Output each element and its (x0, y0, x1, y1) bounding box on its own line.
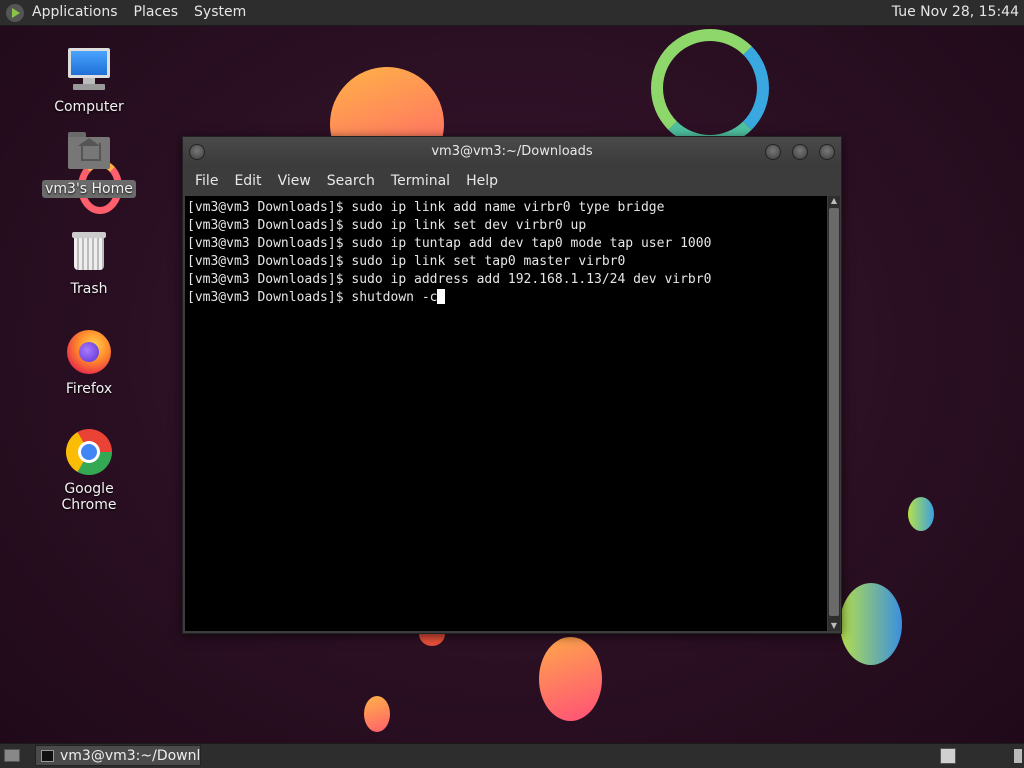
window-menu-button[interactable] (189, 144, 205, 160)
desktop-icon-trash[interactable]: Trash (34, 228, 144, 298)
terminal-input-line[interactable]: [vm3@vm3 Downloads]$ shutdown -c (187, 289, 827, 307)
terminal-prompt: [vm3@vm3 Downloads]$ (187, 290, 352, 305)
terminal-command: sudo ip address add 192.168.1.13/24 dev … (351, 272, 712, 287)
bottom-panel: vm3@vm3:~/Downl... (0, 743, 1024, 768)
menu-applications[interactable]: Applications (24, 0, 126, 25)
terminal-prompt: [vm3@vm3 Downloads]$ (187, 236, 352, 251)
home-folder-icon (65, 128, 113, 176)
terminal-scrollbar[interactable]: ▲ ▼ (828, 196, 840, 631)
wallpaper-small-orange-blob (364, 696, 390, 732)
desktop-icon-home[interactable]: vm3's Home (34, 128, 144, 198)
wallpaper-pink-blob (539, 637, 602, 721)
maximize-button[interactable] (792, 144, 808, 160)
terminal-line: [vm3@vm3 Downloads]$ sudo ip link add na… (187, 199, 827, 217)
menu-search[interactable]: Search (319, 173, 383, 189)
terminal-prompt: [vm3@vm3 Downloads]$ (187, 218, 352, 233)
terminal-current-input[interactable]: shutdown -c (351, 290, 437, 305)
scroll-down-arrow[interactable]: ▼ (828, 621, 840, 631)
menu-file[interactable]: File (187, 173, 226, 189)
terminal-command: sudo ip tuntap add dev tap0 mode tap use… (351, 236, 712, 251)
chrome-icon (65, 428, 113, 476)
firefox-icon (65, 328, 113, 376)
menu-system[interactable]: System (186, 0, 254, 25)
terminal-command: sudo ip link set dev virbr0 up (351, 218, 587, 233)
terminal-command: sudo ip link set tap0 master virbr0 (351, 254, 626, 269)
show-desktop-icon[interactable] (4, 749, 20, 762)
menu-places[interactable]: Places (126, 0, 187, 25)
desktop-icon-firefox[interactable]: Firefox (34, 328, 144, 398)
desktop-icon-computer[interactable]: Computer (34, 46, 144, 116)
clock[interactable]: Tue Nov 28, 15:44 (892, 0, 1019, 25)
menu-view[interactable]: View (270, 173, 319, 189)
window-titlebar[interactable]: vm3@vm3:~/Downloads (183, 137, 841, 167)
terminal-command: sudo ip link add name virbr0 type bridge (351, 200, 665, 215)
terminal-icon (41, 750, 54, 762)
terminal-line: [vm3@vm3 Downloads]$ sudo ip address add… (187, 271, 827, 289)
desktop-icon-label: Computer (54, 99, 124, 115)
terminal-line: [vm3@vm3 Downloads]$ sudo ip link set de… (187, 217, 827, 235)
terminal-menubar: File Edit View Search Terminal Help (183, 167, 841, 195)
apps-menu-icon[interactable] (6, 3, 24, 22)
tray-indicator[interactable] (1014, 749, 1022, 763)
desktop-icon-label: Firefox (65, 381, 113, 397)
taskbar-window-label: vm3@vm3:~/Downl... (60, 748, 201, 764)
terminal-window[interactable]: vm3@vm3:~/Downloads File Edit View Searc… (182, 136, 842, 634)
terminal-prompt: [vm3@vm3 Downloads]$ (187, 272, 352, 287)
terminal-line: [vm3@vm3 Downloads]$ sudo ip link set ta… (187, 253, 827, 271)
top-panel: Applications Places System Tue Nov 28, 1… (0, 0, 1024, 26)
desktop-icon-label: vm3's Home (42, 180, 136, 198)
close-button[interactable] (819, 144, 835, 160)
wallpaper-green-blob-small (908, 497, 934, 531)
wallpaper-green-blob (840, 583, 902, 665)
minimize-button[interactable] (765, 144, 781, 160)
window-title: vm3@vm3:~/Downloads (431, 144, 593, 159)
scrollbar-thumb[interactable] (829, 208, 839, 616)
computer-icon (65, 46, 113, 94)
terminal-cursor (437, 289, 446, 304)
trash-icon (65, 228, 113, 276)
terminal-prompt: [vm3@vm3 Downloads]$ (187, 200, 352, 215)
terminal-line: [vm3@vm3 Downloads]$ sudo ip tuntap add … (187, 235, 827, 253)
menu-terminal[interactable]: Terminal (383, 173, 458, 189)
scroll-up-arrow[interactable]: ▲ (828, 196, 840, 206)
menu-edit[interactable]: Edit (226, 173, 269, 189)
taskbar-window-button[interactable]: vm3@vm3:~/Downl... (35, 745, 201, 766)
desktop-icon-chrome[interactable]: Google Chrome (34, 428, 144, 514)
terminal-prompt: [vm3@vm3 Downloads]$ (187, 254, 352, 269)
workspace-switcher[interactable] (940, 748, 956, 764)
wallpaper-ring (651, 29, 769, 147)
desktop-icon-label: Google Chrome (61, 481, 117, 513)
menu-help[interactable]: Help (458, 173, 506, 189)
desktop-icon-label: Trash (70, 281, 108, 297)
terminal-output[interactable]: [vm3@vm3 Downloads]$ sudo ip link add na… (185, 196, 827, 631)
